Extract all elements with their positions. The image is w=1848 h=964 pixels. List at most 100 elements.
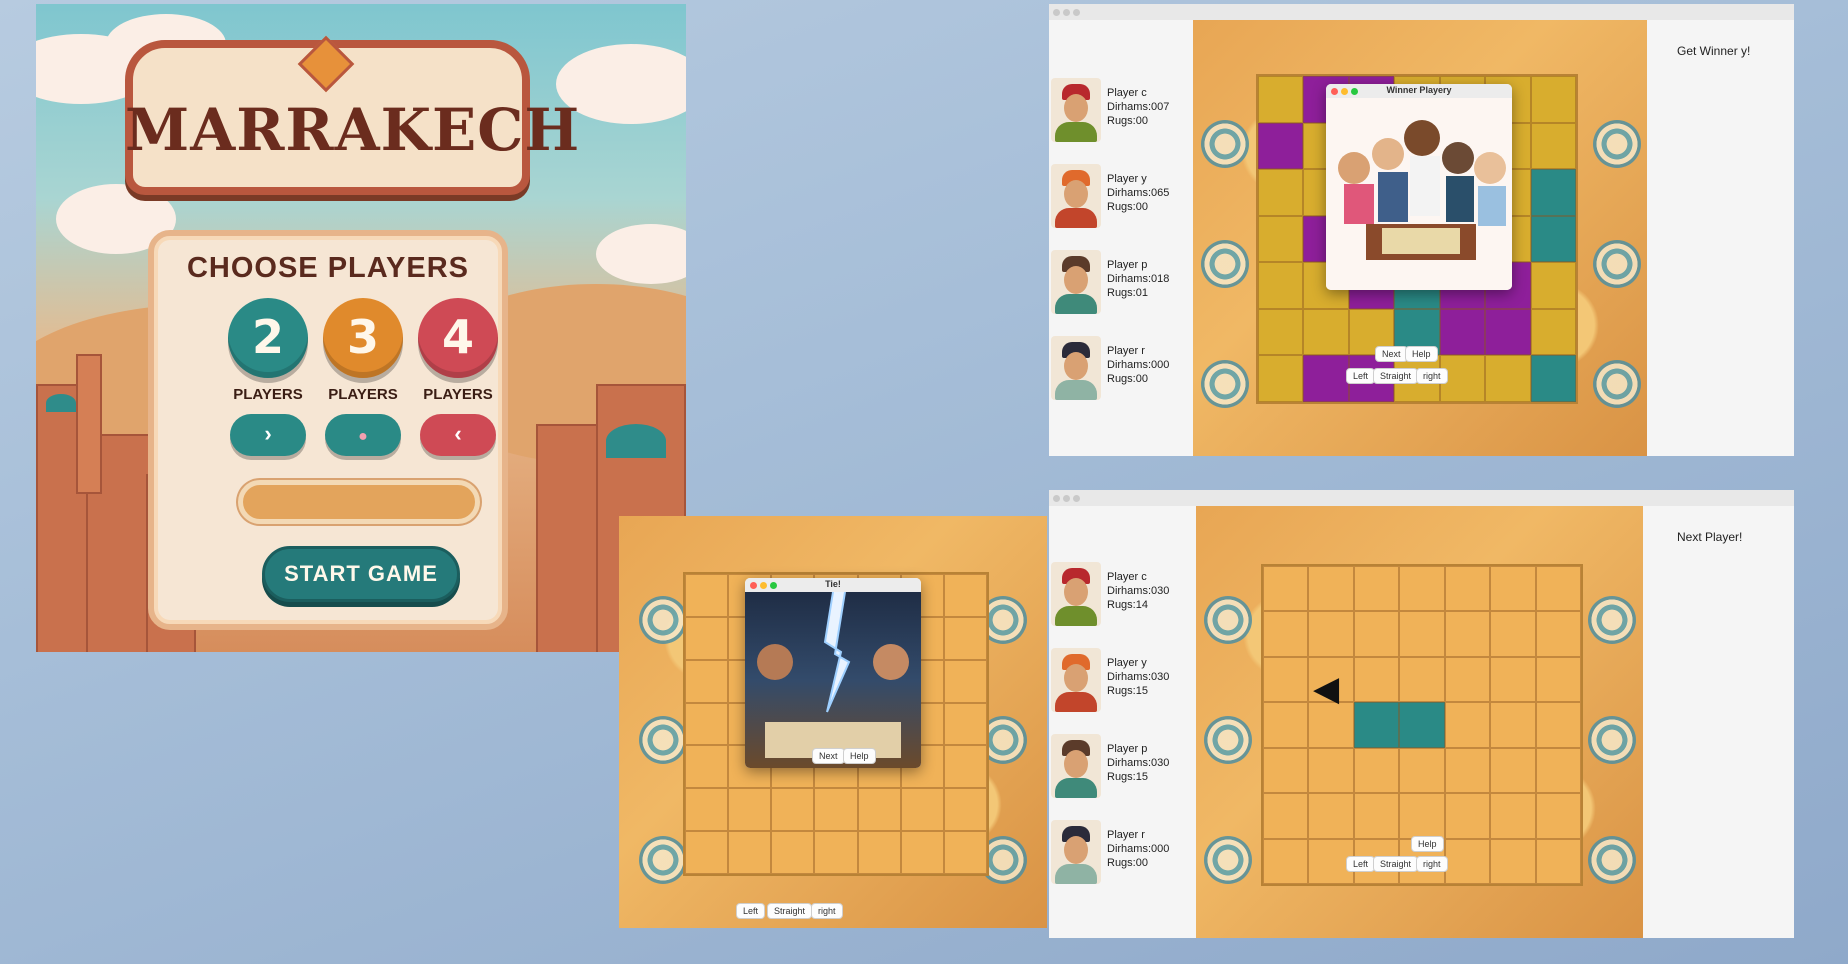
board-cell[interactable] [1530, 215, 1576, 263]
board-cell[interactable] [1490, 793, 1536, 839]
two-players-button[interactable]: 2 [228, 298, 308, 378]
board-cell[interactable] [1399, 793, 1445, 839]
board-cell[interactable] [1490, 566, 1536, 612]
board-cell[interactable] [1263, 566, 1309, 612]
board-cell[interactable] [943, 659, 987, 703]
board-cell[interactable] [1258, 262, 1304, 309]
board-cell[interactable] [685, 831, 729, 874]
four-players-button[interactable]: 4 [418, 298, 498, 378]
zoom-icon[interactable] [1073, 495, 1080, 502]
next-button[interactable]: Next [812, 748, 845, 764]
board-cell[interactable] [685, 745, 729, 789]
board-cell[interactable] [1490, 702, 1536, 748]
board-cell[interactable] [771, 831, 815, 874]
board-cell[interactable] [1353, 656, 1400, 703]
board-cell[interactable] [814, 788, 858, 832]
board-cell[interactable] [814, 831, 858, 874]
board-cell[interactable] [1258, 122, 1304, 170]
board-cell[interactable] [1399, 702, 1445, 748]
board-cell[interactable] [1399, 566, 1445, 612]
board-cell[interactable] [1530, 262, 1576, 309]
board-cell[interactable] [1444, 566, 1491, 612]
board-cell[interactable] [1258, 76, 1304, 123]
right-button[interactable]: right [1416, 368, 1448, 384]
next-arrow-button[interactable]: › [230, 414, 306, 456]
board-cell[interactable] [1308, 611, 1354, 657]
board-cell[interactable] [1308, 747, 1354, 794]
board-cell[interactable] [1530, 76, 1576, 123]
board-cell[interactable] [1263, 793, 1309, 839]
board-cell[interactable] [728, 788, 772, 832]
board-cell[interactable] [1530, 355, 1576, 402]
board-cell[interactable] [1263, 747, 1309, 794]
board-cell[interactable] [685, 616, 729, 660]
board-cell[interactable] [1490, 611, 1536, 657]
board-cell[interactable] [943, 831, 987, 874]
board-cell[interactable] [1263, 702, 1309, 748]
help-button[interactable]: Help [1405, 346, 1438, 362]
board-cell[interactable] [1439, 308, 1486, 356]
board-cell[interactable] [1444, 793, 1491, 839]
board-cell[interactable] [943, 702, 987, 746]
board-cell[interactable] [857, 788, 901, 832]
help-button[interactable]: Help [1411, 836, 1444, 852]
board-cell[interactable] [1444, 611, 1491, 657]
board-cell[interactable] [1308, 566, 1354, 612]
board-cell[interactable] [1263, 611, 1309, 657]
start-game-button[interactable]: START GAME [262, 546, 460, 602]
board-cell[interactable] [1444, 656, 1491, 703]
help-button[interactable]: Help [843, 748, 876, 764]
board-cell[interactable] [1490, 656, 1536, 703]
board-cell[interactable] [1490, 838, 1536, 884]
board-cell[interactable] [1258, 355, 1304, 402]
board-cell[interactable] [1308, 793, 1354, 839]
left-button[interactable]: Left [1346, 368, 1376, 384]
board-cell[interactable] [1263, 838, 1309, 884]
board-cell[interactable] [771, 788, 815, 832]
close-icon[interactable] [1053, 495, 1060, 502]
board-cell[interactable] [1353, 566, 1400, 612]
board-cell[interactable] [857, 831, 901, 874]
prev-arrow-button[interactable]: ‹ [420, 414, 496, 456]
minimize-icon[interactable] [1063, 495, 1070, 502]
board-cell[interactable] [943, 788, 987, 832]
board-cell[interactable] [1535, 702, 1581, 748]
right-button[interactable]: right [1416, 856, 1448, 872]
board-cell[interactable] [1303, 355, 1349, 402]
board-cell[interactable] [1444, 747, 1491, 794]
board-cell[interactable] [1353, 793, 1400, 839]
board-cell[interactable] [1535, 656, 1581, 703]
board-cell[interactable] [1444, 838, 1491, 884]
board-cell[interactable] [1353, 702, 1400, 748]
board-cell[interactable] [943, 616, 987, 660]
next-button[interactable]: Next [1375, 346, 1408, 362]
board-cell[interactable] [1399, 611, 1445, 657]
select-dot-button[interactable]: ● [325, 414, 401, 456]
board-cell[interactable] [1263, 656, 1309, 703]
zoom-icon[interactable] [1073, 9, 1080, 16]
board-cell[interactable] [685, 574, 729, 617]
close-icon[interactable] [1053, 9, 1060, 16]
board-cell[interactable] [1530, 308, 1576, 356]
board-cell[interactable] [1535, 747, 1581, 794]
board-cell[interactable] [1303, 308, 1349, 356]
left-button[interactable]: Left [736, 903, 766, 919]
board-cell[interactable] [1485, 308, 1531, 356]
board-cell[interactable] [900, 788, 944, 832]
board-cell[interactable] [943, 745, 987, 789]
board-cell[interactable] [1444, 702, 1491, 748]
board-cell[interactable] [1535, 566, 1581, 612]
straight-button[interactable]: Straight [1373, 856, 1419, 872]
minimize-icon[interactable] [1063, 9, 1070, 16]
board-cell[interactable] [685, 702, 729, 746]
board-cell[interactable] [1535, 838, 1581, 884]
board-cell[interactable] [728, 831, 772, 874]
left-button[interactable]: Left [1346, 856, 1376, 872]
board-cell[interactable] [685, 788, 729, 832]
board-cell[interactable] [1399, 656, 1445, 703]
straight-button[interactable]: Straight [767, 903, 813, 919]
board-cell[interactable] [1258, 215, 1304, 263]
board-cell[interactable] [1485, 355, 1531, 402]
board-cell[interactable] [1530, 122, 1576, 170]
board-cell[interactable] [1258, 169, 1304, 216]
